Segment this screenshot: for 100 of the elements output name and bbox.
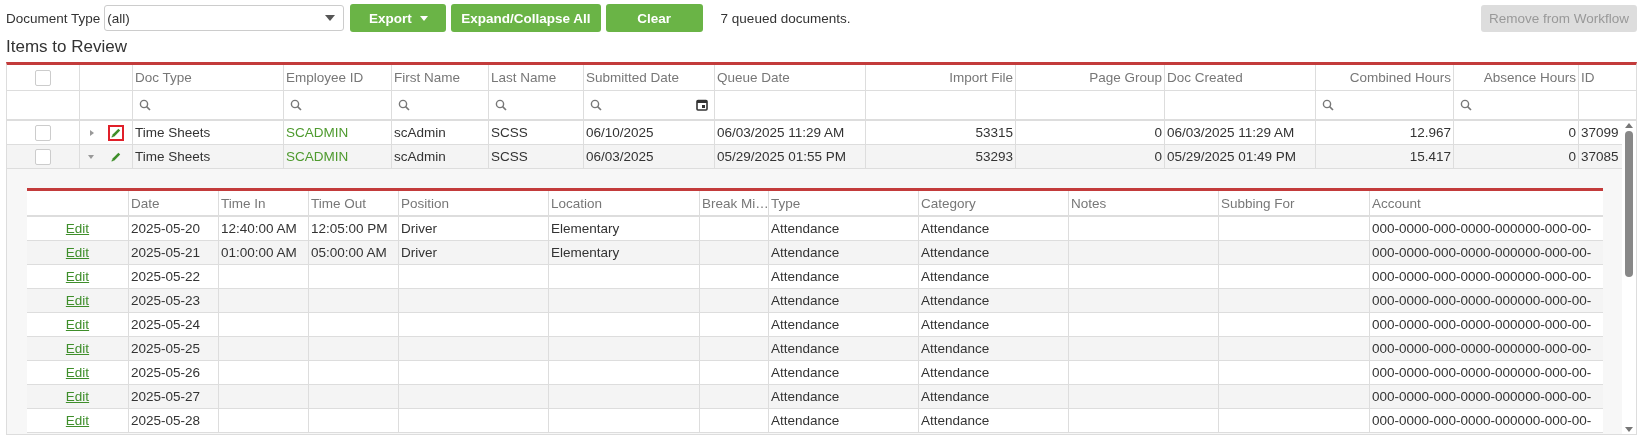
table-cell: Driver [398, 217, 548, 240]
table-cell: 53293 [865, 145, 1015, 168]
search-icon [495, 99, 507, 111]
column-header: Time Out [308, 191, 398, 215]
edit-link[interactable]: Edit [65, 413, 90, 428]
pencil-icon[interactable] [110, 150, 122, 163]
section-title: Items to Review [6, 36, 128, 58]
checkbox[interactable] [35, 148, 51, 165]
table-cell: 2025-05-21 [128, 241, 218, 264]
table-cell: Elementary [548, 241, 699, 264]
scroll-down-icon[interactable] [1624, 426, 1634, 434]
edit-link[interactable]: Edit [65, 221, 90, 236]
table-cell: Attendance [768, 241, 918, 264]
table-cell: 2025-05-24 [128, 313, 218, 336]
table-cell: 2025-05-22 [128, 265, 218, 288]
scrollbar-thumb[interactable] [1625, 129, 1633, 279]
column-header: Break Mi… [699, 191, 768, 215]
edit-link[interactable]: Edit [65, 317, 90, 332]
table-cell: 000-0000-000-0000-000000-000-00- [1369, 289, 1603, 312]
table-cell: Time Sheets [132, 121, 283, 144]
column-header: Doc Type [132, 65, 283, 90]
column-header: Combined Hours [1315, 65, 1453, 90]
table-cell: Attendance [768, 409, 918, 432]
table-cell: Attendance [918, 289, 1068, 312]
calendar-icon[interactable] [696, 99, 708, 111]
table-cell: Attendance [918, 217, 1068, 240]
edit-link[interactable]: Edit [65, 293, 90, 308]
column-header: Position [398, 191, 548, 215]
column-header: Time In [218, 191, 308, 215]
column-header: Queue Date [714, 65, 865, 90]
toolbar-button[interactable]: Expand/Collapse All [451, 4, 601, 32]
search-icon [1322, 99, 1334, 111]
edit-link[interactable]: Edit [65, 341, 90, 356]
table-cell: Attendance [768, 313, 918, 336]
search-icon [290, 99, 302, 111]
table-cell: 05/29/2025 01:55 PM [714, 145, 865, 168]
table-cell: 15.417 [1315, 145, 1453, 168]
column-header: Last Name [488, 65, 583, 90]
checkbox[interactable] [35, 124, 51, 141]
column-header: Account [1369, 191, 1603, 215]
column-header: Subbing For [1218, 191, 1369, 215]
table-cell: 2025-05-25 [128, 337, 218, 360]
column-header: Page Group [1015, 65, 1164, 90]
table-cell: 12:05:00 PM [308, 217, 398, 240]
table-cell: SCSS [488, 145, 583, 168]
table-cell: Attendance [918, 313, 1068, 336]
edit-link[interactable]: Edit [65, 245, 90, 260]
edit-link[interactable]: Edit [65, 269, 90, 284]
field-label: Document Type [6, 10, 101, 26]
table-cell: Attendance [768, 337, 918, 360]
table-cell: Attendance [918, 385, 1068, 408]
column-header: First Name [391, 65, 488, 90]
table-cell: SCSS [488, 121, 583, 144]
column-header: Category [918, 191, 1068, 215]
caret-right-icon[interactable] [89, 128, 95, 137]
column-header: Type [768, 191, 918, 215]
table-cell: 2025-05-27 [128, 385, 218, 408]
table-cell: 06/03/2025 [583, 145, 714, 168]
column-header: ID [1578, 65, 1623, 90]
dropdown-value: (all) [107, 10, 130, 26]
column-header: Notes [1068, 191, 1218, 215]
caret-down-icon[interactable] [87, 153, 95, 160]
table-cell: 0 [1453, 145, 1578, 168]
table-cell: Driver [398, 241, 548, 264]
table-cell: Elementary [548, 217, 699, 240]
edit-link[interactable]: Edit [65, 365, 90, 380]
table-cell: Attendance [918, 337, 1068, 360]
table-cell: Attendance [768, 361, 918, 384]
toolbar-button[interactable]: Clear [605, 4, 703, 32]
search-icon [398, 99, 410, 111]
table-cell: 12.967 [1315, 121, 1453, 144]
edit-link[interactable]: Edit [65, 389, 90, 404]
column-header: Date [128, 191, 218, 215]
export-button[interactable]: Export [350, 4, 447, 32]
table-cell: 000-0000-000-0000-000000-000-00- [1369, 217, 1603, 240]
column-header: Absence Hours [1453, 65, 1578, 90]
table-cell: Attendance [768, 385, 918, 408]
dropdown-arrow-icon [325, 15, 336, 21]
column-header: Doc Created [1164, 65, 1315, 90]
table-cell: 2025-05-26 [128, 361, 218, 384]
table-cell: 53315 [865, 121, 1015, 144]
table-cell: 0 [1453, 121, 1578, 144]
column-header: Location [548, 191, 699, 215]
table-cell: 2025-05-28 [128, 409, 218, 432]
scroll-up-icon[interactable] [1624, 121, 1634, 129]
table-cell: Time Sheets [132, 145, 283, 168]
table-cell: 2025-05-23 [128, 289, 218, 312]
table-cell: 2025-05-20 [128, 217, 218, 240]
table-cell: Attendance [918, 409, 1068, 432]
table-cell: Attendance [918, 265, 1068, 288]
checkbox[interactable] [35, 69, 51, 86]
table-cell: SCADMIN [283, 145, 391, 168]
column-header: Submitted Date [583, 65, 714, 90]
column-header: Employee ID [283, 65, 391, 90]
table-cell: 0 [1015, 145, 1164, 168]
table-cell: 01:00:00 AM [218, 241, 308, 264]
document-type-dropdown[interactable]: (all) [104, 5, 345, 31]
table-cell: 000-0000-000-0000-000000-000-00- [1369, 385, 1603, 408]
column-header: Import File [865, 65, 1015, 90]
table-cell: 000-0000-000-0000-000000-000-00- [1369, 241, 1603, 264]
